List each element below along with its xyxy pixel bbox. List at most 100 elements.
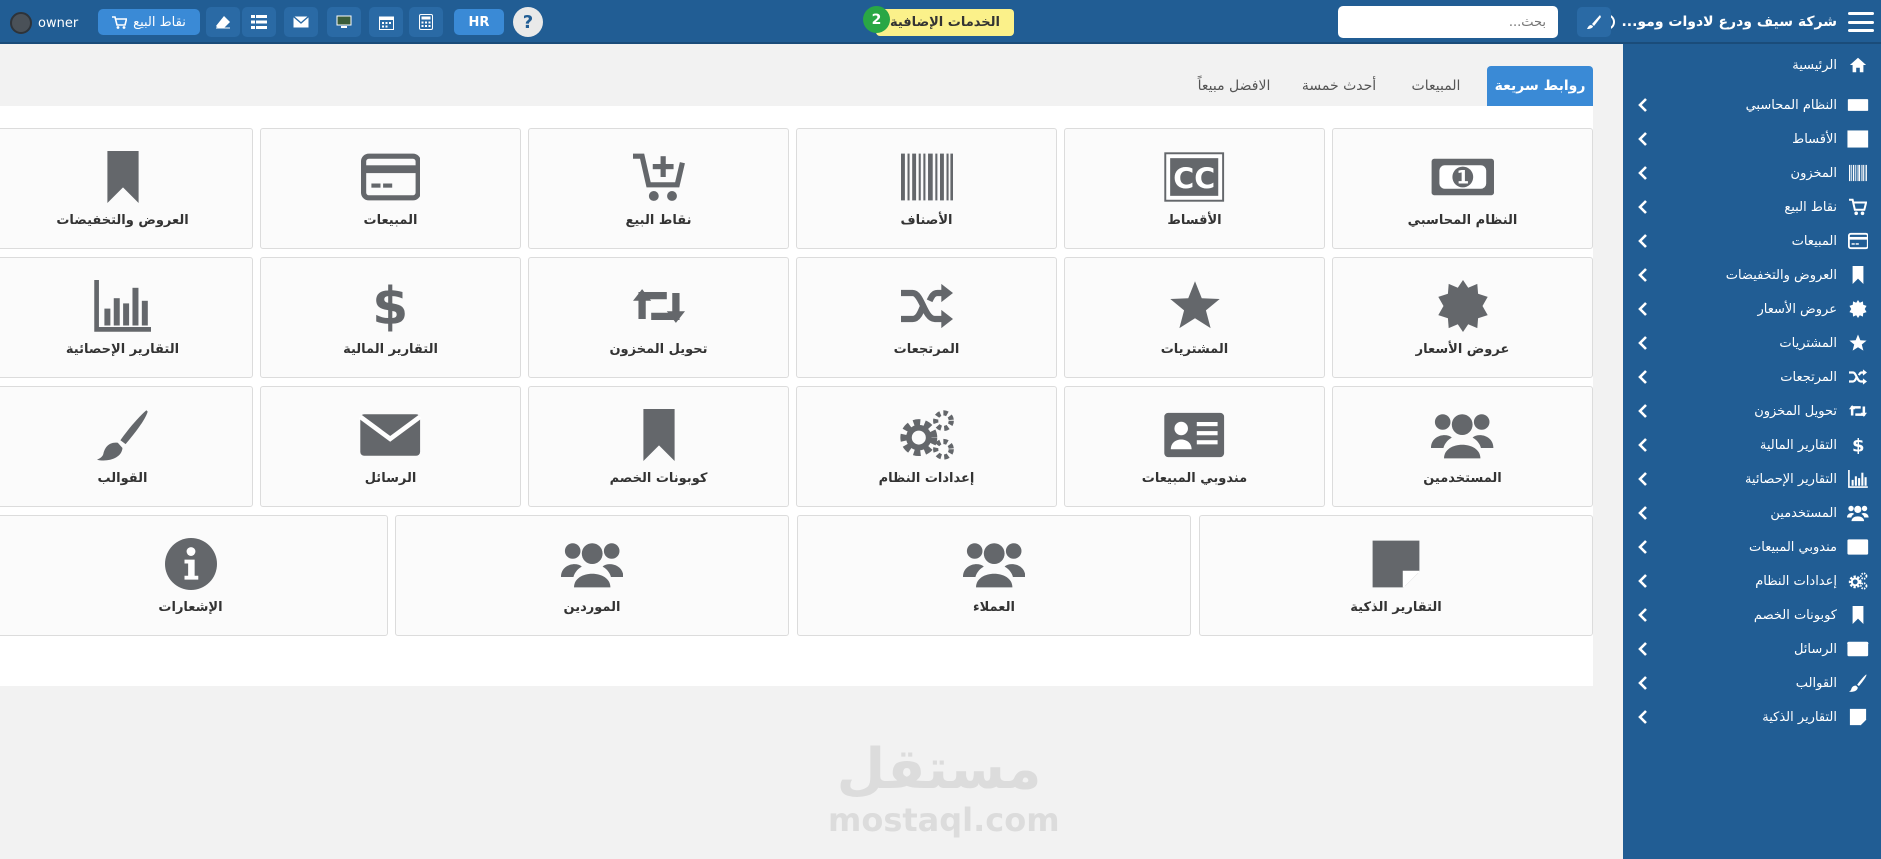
sidebar-item-sticky-note[interactable]: التقارير الذكية: [1623, 698, 1881, 736]
sidebar-item-users[interactable]: المستخدمين: [1623, 494, 1881, 532]
extra-services-button[interactable]: الخدمات الإضافية: [876, 9, 1014, 36]
quick-link-users[interactable]: الموردين: [395, 515, 789, 636]
sidebar-item-paint-brush[interactable]: القوالب: [1623, 664, 1881, 702]
chevron-left-icon[interactable]: [1635, 234, 1649, 248]
chevron-left-icon[interactable]: [1635, 676, 1649, 690]
user-menu[interactable]: owner: [10, 12, 78, 34]
sidebar-item-dollar[interactable]: $ التقارير المالية: [1623, 426, 1881, 464]
sidebar-item-bookmark[interactable]: العروض والتخفيضات: [1623, 256, 1881, 294]
brush-button[interactable]: [1577, 7, 1611, 37]
quick-link-bookmark[interactable]: العروض والتخفيضات: [0, 128, 253, 249]
chevron-left-icon[interactable]: [1635, 132, 1649, 146]
bookmark-icon: [633, 407, 685, 463]
tab-latest-five[interactable]: أحدث خمسة: [1291, 66, 1387, 106]
quick-link-paint-brush[interactable]: القوالب: [0, 386, 253, 507]
shuffle-icon: [900, 278, 953, 334]
sidebar-item-id-card[interactable]: مندوبي المبيعات: [1623, 528, 1881, 566]
gears-icon: [898, 407, 955, 463]
quick-link-label: مندوبي المبيعات: [1141, 471, 1248, 486]
chevron-left-icon[interactable]: [1635, 200, 1649, 214]
chevron-left-icon[interactable]: [1635, 540, 1649, 554]
chevron-left-icon[interactable]: [1635, 336, 1649, 350]
quick-link-bar-chart[interactable]: التقارير الإحصائية: [0, 257, 253, 378]
quick-link-money[interactable]: 1 النظام المحاسبي: [1332, 128, 1593, 249]
sidebar-item-bookmark[interactable]: كوبونات الخصم: [1623, 596, 1881, 634]
cart-icon: [112, 15, 128, 29]
quick-link-barcode[interactable]: الأصناف: [796, 128, 1057, 249]
watermark-arabic: مستقل: [836, 737, 1042, 802]
menu-icon[interactable]: [1847, 12, 1875, 32]
chevron-left-icon[interactable]: [1635, 166, 1649, 180]
sidebar-item-star[interactable]: المشتريات: [1623, 324, 1881, 362]
chevron-left-icon[interactable]: [1635, 506, 1649, 520]
sidebar-item-bar-chart[interactable]: التقارير الإحصائية: [1623, 460, 1881, 498]
quick-link-envelope[interactable]: الرسائل: [260, 386, 521, 507]
chevron-left-icon[interactable]: [1635, 642, 1649, 656]
sidebar-item-certificate[interactable]: عروض الأسعار: [1623, 290, 1881, 328]
chevron-left-icon[interactable]: [1635, 370, 1649, 384]
quick-link-cart-plus[interactable]: نقاط البيع: [528, 128, 789, 249]
sidebar-item-label: الرئيسية: [1792, 57, 1837, 73]
quick-link-star[interactable]: المشتريات: [1064, 257, 1325, 378]
chevron-left-icon[interactable]: [1635, 710, 1649, 724]
quick-link-shuffle[interactable]: المرتجعات: [796, 257, 1057, 378]
sidebar-item-cc[interactable]: CC الأقساط: [1623, 120, 1881, 158]
chevron-left-icon[interactable]: [1635, 98, 1649, 112]
quick-link-users[interactable]: المستخدمين: [1332, 386, 1593, 507]
hr-button[interactable]: HR: [454, 9, 504, 35]
eraser-button[interactable]: [206, 7, 240, 37]
star-icon: [1847, 334, 1869, 352]
list-button[interactable]: [242, 7, 276, 37]
sidebar-item-money[interactable]: 1 النظام المحاسبي: [1623, 86, 1881, 124]
messages-button[interactable]: [284, 7, 318, 37]
id-card-icon: [1163, 407, 1225, 463]
chevron-left-icon[interactable]: [1635, 608, 1649, 622]
tab-quick-links[interactable]: روابط سريعة: [1487, 66, 1593, 106]
sidebar-item-home[interactable]: الرئيسية: [1623, 46, 1881, 84]
chevron-left-icon[interactable]: [1635, 268, 1649, 282]
quick-link-cc[interactable]: CC الأقساط: [1064, 128, 1325, 249]
info-icon: [164, 536, 217, 592]
pos-button[interactable]: نقاط البيع: [98, 9, 200, 35]
svg-text:1: 1: [1856, 103, 1860, 109]
chevron-left-icon[interactable]: [1635, 438, 1649, 452]
sidebar-item-label: المشتريات: [1779, 335, 1837, 351]
quick-link-id-card[interactable]: مندوبي المبيعات: [1064, 386, 1325, 507]
quick-link-dollar[interactable]: $ التقارير المالية: [260, 257, 521, 378]
sidebar-item-barcode[interactable]: المخزون: [1623, 154, 1881, 192]
quick-link-gears[interactable]: إعدادات النظام: [796, 386, 1057, 507]
chevron-left-icon[interactable]: [1635, 302, 1649, 316]
sidebar-item-retweet[interactable]: تحويل المخزون: [1623, 392, 1881, 430]
chevron-left-icon[interactable]: [1635, 472, 1649, 486]
sidebar-item-credit-card[interactable]: المبيعات: [1623, 222, 1881, 260]
sidebar-item-shuffle[interactable]: المرتجعات: [1623, 358, 1881, 396]
sidebar-item-label: إعدادات النظام: [1755, 573, 1837, 589]
tab-best-selling[interactable]: الافضل مبيعاً: [1181, 66, 1287, 106]
credit-card-icon: [360, 149, 421, 205]
envelope-icon: [359, 407, 422, 463]
help-button[interactable]: ?: [513, 7, 543, 37]
tab-sales[interactable]: المبيعات: [1395, 66, 1477, 106]
quick-link-info[interactable]: الإشعارات: [0, 515, 388, 636]
company-name-label: شركة سيف ودرع لادوات ومو...: [1621, 14, 1837, 30]
sidebar-item-cart[interactable]: نقاط البيع: [1623, 188, 1881, 226]
quick-link-retweet[interactable]: تحويل المخزون: [528, 257, 789, 378]
sidebar-item-gears[interactable]: إعدادات النظام: [1623, 562, 1881, 600]
quick-link-credit-card[interactable]: المبيعات: [260, 128, 521, 249]
chevron-left-icon[interactable]: [1635, 404, 1649, 418]
display-button[interactable]: [327, 7, 361, 37]
calculator-button[interactable]: [409, 7, 443, 37]
users-icon: [1847, 504, 1869, 522]
sidebar-item-envelope[interactable]: الرسائل: [1623, 630, 1881, 668]
calendar-button[interactable]: [369, 7, 403, 37]
search-input[interactable]: [1338, 6, 1558, 38]
company-name[interactable]: شركة سيف ودرع لادوات ومو...: [1587, 8, 1837, 36]
quick-link-bookmark[interactable]: كوبونات الخصم: [528, 386, 789, 507]
watermark-latin: mostaql.com: [828, 801, 1060, 839]
bookmark-icon: [1847, 266, 1869, 284]
quick-link-certificate[interactable]: عروض الأسعار: [1332, 257, 1593, 378]
quick-link-sticky-note[interactable]: التقارير الذكية: [1199, 515, 1593, 636]
quick-link-users[interactable]: العملاء: [797, 515, 1191, 636]
chevron-left-icon[interactable]: [1635, 574, 1649, 588]
star-icon: [1169, 278, 1221, 334]
